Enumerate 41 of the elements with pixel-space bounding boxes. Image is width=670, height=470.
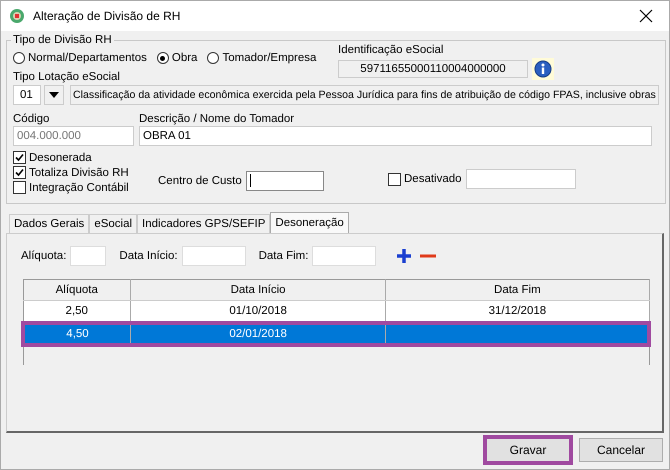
dialog-button[interactable]: Cancelar: [579, 438, 663, 462]
checkbox[interactable]: Desativado: [388, 172, 462, 186]
tab[interactable]: Dados Gerais: [9, 214, 90, 233]
description-field: Classificação da atividade econômica exercida pela Pessoa Jurídica para fins de atribuição de código FPAS, inclusive obras: [70, 85, 659, 105]
tab[interactable]: Indicadores GPS/SEFIP: [137, 214, 270, 233]
esocial-id-field: 59711655000110004000000: [338, 60, 528, 78]
dropdown-button[interactable]: [44, 85, 64, 105]
radio-option[interactable]: Normal/Departamentos: [13, 52, 147, 64]
radio-option[interactable]: Tomador/Empresa: [207, 52, 316, 64]
field-label: Centro de Custo: [158, 174, 242, 186]
window-title: Alteração de Divisão de RH: [33, 9, 182, 23]
code-field[interactable]: 01: [13, 85, 41, 105]
field-label: Identificação eSocial: [338, 44, 444, 56]
input-field[interactable]: [70, 246, 106, 266]
code-input[interactable]: 004.000.000: [13, 126, 134, 146]
input-field[interactable]: [182, 246, 246, 266]
tab[interactable]: eSocial: [89, 214, 138, 233]
field-label: Alíquota:: [21, 250, 66, 262]
close-icon[interactable]: [639, 9, 653, 23]
field-label: Tipo Lotação eSocial: [13, 71, 121, 83]
table-cell: 02/01/2018: [130, 323, 386, 345]
group-title: Tipo de Divisão RH: [12, 34, 113, 46]
cost-center-field[interactable]: [246, 170, 324, 190]
table-cell: 4,50: [23, 323, 130, 345]
checkbox[interactable]: Desonerada: [13, 151, 158, 164]
caret-icon: [49, 92, 59, 98]
dialog-button[interactable]: Gravar: [483, 435, 573, 465]
plus-icon[interactable]: [395, 249, 414, 263]
tab[interactable]: Desoneração: [270, 212, 349, 233]
info-button[interactable]: [532, 58, 554, 80]
radio-option[interactable]: Obra: [156, 52, 198, 64]
field-label: Descrição / Nome do Tomador: [139, 113, 296, 125]
checkbox[interactable]: Totaliza Divisão RH: [13, 166, 158, 179]
app-icon: [9, 8, 25, 24]
field-label: Data Início:: [119, 250, 178, 262]
field-label: Código: [13, 113, 50, 125]
field-label: Data Fim:: [258, 250, 308, 262]
input-field[interactable]: [312, 246, 376, 266]
name-input[interactable]: OBRA 01: [139, 126, 652, 146]
date-field[interactable]: [466, 169, 576, 189]
checkbox[interactable]: Integração Contábil: [13, 181, 158, 194]
